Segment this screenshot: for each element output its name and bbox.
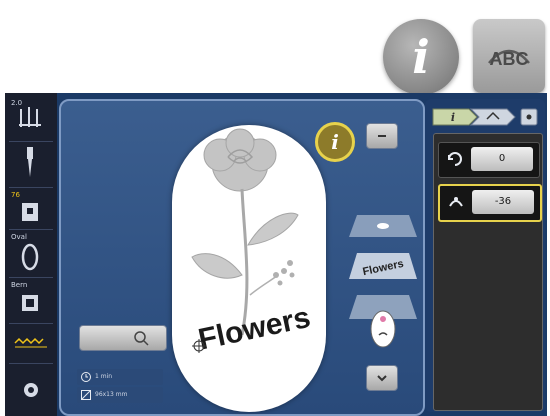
needle-icon (27, 147, 33, 177)
rotation-value[interactable]: 0 (471, 147, 533, 171)
bobbin-label: Bern (11, 281, 28, 289)
property-list: 0 -36 (433, 133, 543, 411)
close-button[interactable] (521, 109, 537, 125)
size-text: 96x13 mm (95, 391, 128, 398)
zoom-out-button[interactable] (366, 123, 398, 149)
divider (9, 363, 53, 364)
zoom-in-down-button[interactable] (366, 365, 398, 391)
divider (9, 187, 53, 188)
design-size: 96x13 mm (77, 387, 163, 403)
divider (9, 323, 53, 324)
info-button[interactable]: i (383, 19, 459, 95)
stitch-time: 1 min (77, 369, 163, 385)
stitch-plate-item[interactable]: 76 (7, 191, 55, 227)
bobbin-item[interactable]: Bern (7, 281, 55, 321)
stitch-plate-label: 76 (11, 191, 20, 199)
text-arc-button[interactable]: ABC (473, 19, 545, 93)
info-ring-button[interactable]: i (315, 122, 355, 162)
stitch-pattern-item[interactable] (7, 329, 55, 359)
arc-value[interactable]: -36 (472, 190, 534, 214)
arc-text-icon (449, 197, 463, 207)
info-icon: i (412, 30, 430, 84)
crosshair-icon (192, 339, 206, 353)
tab-info[interactable] (433, 109, 473, 125)
right-panel: i 0 -36 (425, 99, 545, 412)
abc-arc-icon: ABC (488, 49, 530, 69)
divider (9, 229, 53, 230)
magnifier-icon (134, 331, 149, 346)
rotation-row[interactable]: 0 (438, 142, 540, 178)
chevron-down-icon (377, 375, 387, 382)
abc-label: ABC (490, 49, 529, 69)
presser-foot-icon (19, 107, 41, 127)
bobbin-icon (22, 295, 38, 311)
zoom-button[interactable] (79, 325, 167, 351)
size-icon (81, 390, 91, 400)
settings-item[interactable] (7, 377, 55, 407)
zigzag-stitch-icon (14, 337, 47, 348)
oval-hoop-icon (21, 243, 39, 271)
time-text: 1 min (95, 373, 113, 380)
hoop-label: Oval (11, 233, 27, 241)
info-icon: i (331, 130, 339, 154)
stitch-plate-icon (22, 203, 38, 221)
layer-stack[interactable]: Flowers (345, 197, 421, 357)
embroidery-canvas[interactable]: Flowers i Flowers 1 min 96x13 mm (59, 99, 425, 416)
divider (9, 141, 53, 142)
device-screen: 2.0 76 Oval Bern Flowers i Flowers 1 min… (5, 93, 547, 416)
left-status-bar: 2.0 76 Oval Bern (5, 93, 57, 416)
tab-layers[interactable] (473, 109, 513, 125)
hoop-item[interactable]: Oval (7, 233, 55, 275)
divider (9, 277, 53, 278)
gear-icon (24, 383, 38, 397)
rotate-icon (448, 152, 462, 166)
arc-row[interactable]: -36 (438, 184, 542, 222)
clock-icon (81, 372, 91, 382)
needle-item[interactable] (7, 145, 55, 185)
minus-icon (378, 135, 386, 137)
